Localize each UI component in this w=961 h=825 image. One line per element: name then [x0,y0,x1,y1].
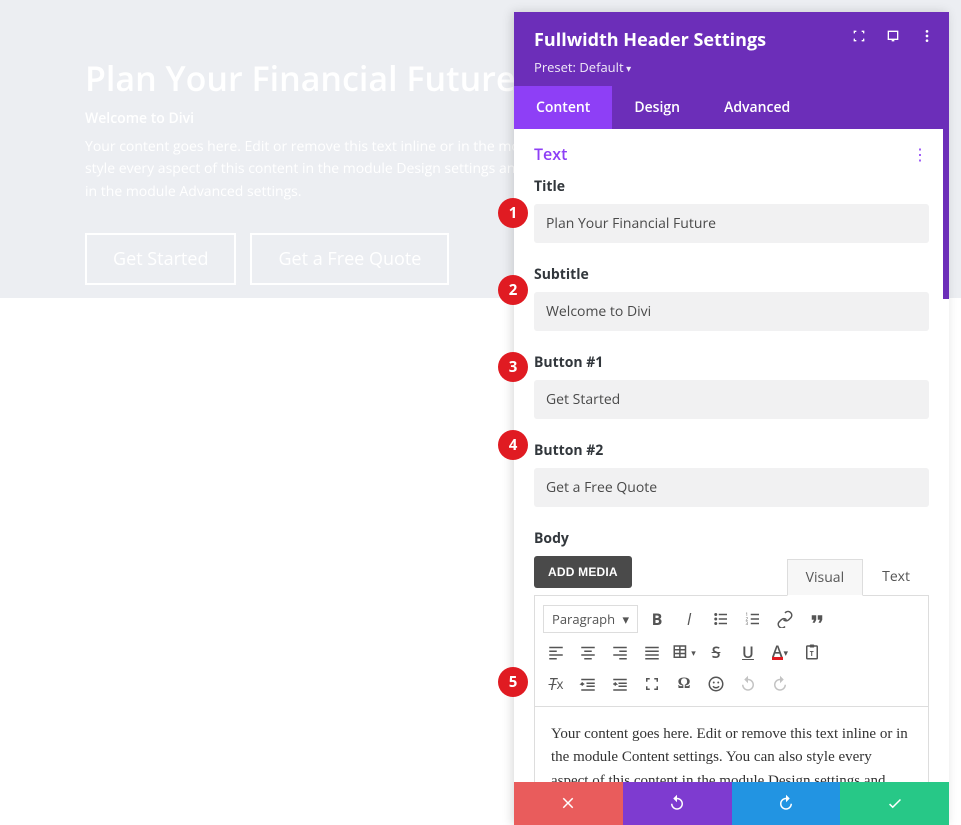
indent-icon[interactable] [607,671,633,697]
strikethrough-icon[interactable]: S [703,639,729,665]
title-label: Title [534,177,929,196]
redo-icon[interactable] [767,671,793,697]
outdent-icon[interactable] [575,671,601,697]
toolbar-row-1: Paragraph▾ B I 123 [543,602,920,636]
field-button2: Button #2 [534,441,929,507]
button1-label: Button #1 [534,353,929,372]
callout-4: 4 [498,430,528,460]
field-button1: Button #1 [534,353,929,419]
callout-2: 2 [498,275,528,305]
unordered-list-icon[interactable] [708,606,734,632]
editor-tab-visual[interactable]: Visual [787,559,863,596]
underline-icon[interactable]: U [735,639,761,665]
align-right-icon[interactable] [607,639,633,665]
callout-3: 3 [498,352,528,382]
tab-design[interactable]: Design [612,86,702,129]
text-color-icon[interactable]: A▾ [767,639,793,665]
clear-format-icon[interactable]: Tx [543,671,569,697]
panel-header-icons [851,28,935,44]
callout-5: 5 [498,667,528,697]
panel-footer [514,782,949,825]
save-button[interactable] [840,782,949,825]
svg-text:T: T [810,649,814,658]
footer-undo-button[interactable] [623,782,732,825]
subtitle-input[interactable] [534,292,929,331]
hero-button-1[interactable]: Get Started [85,233,236,285]
cancel-button[interactable] [514,782,623,825]
paragraph-select[interactable]: Paragraph▾ [543,605,638,633]
callout-1: 1 [498,198,528,228]
toolbar-row-2: ▾ S U A▾ T [543,636,920,668]
responsive-icon[interactable] [885,28,901,44]
panel-body: Text ⋮ Title Subtitle Button #1 Button #… [514,129,949,782]
title-input[interactable] [534,204,929,243]
field-body: Body ADD MEDIA Visual Text Paragraph▾ B … [534,529,929,782]
tab-content[interactable]: Content [514,86,612,129]
align-left-icon[interactable] [543,639,569,665]
settings-panel: Fullwidth Header Settings Preset: Defaul… [514,12,949,825]
footer-redo-button[interactable] [732,782,841,825]
field-title: Title [534,177,929,243]
preset-selector[interactable]: Preset: Default [534,58,929,76]
section-header: Text ⋮ [534,143,929,165]
ordered-list-icon[interactable]: 123 [740,606,766,632]
link-icon[interactable] [772,606,798,632]
body-label: Body [534,529,929,548]
svg-text:3: 3 [746,621,749,627]
fullscreen-icon[interactable] [639,671,665,697]
scroll-indicator[interactable] [943,129,949,299]
editor-toolbar: Paragraph▾ B I 123 ▾ S U A▾ [534,596,929,707]
section-title: Text [534,143,567,165]
emoji-icon[interactable] [703,671,729,697]
quote-icon[interactable] [804,606,830,632]
field-subtitle: Subtitle [534,265,929,331]
paste-text-icon[interactable]: T [799,639,825,665]
editor-tab-text[interactable]: Text [863,558,929,595]
more-icon[interactable] [919,28,935,44]
toolbar-row-3: Tx Ω [543,668,920,700]
settings-tabs: Content Design Advanced [514,86,949,129]
button1-input[interactable] [534,380,929,419]
hero-button-2[interactable]: Get a Free Quote [250,233,449,285]
add-media-button[interactable]: ADD MEDIA [534,556,632,588]
bold-icon[interactable]: B [644,606,670,632]
tab-advanced[interactable]: Advanced [702,86,812,129]
undo-icon[interactable] [735,671,761,697]
button2-input[interactable] [534,468,929,507]
italic-icon[interactable]: I [676,606,702,632]
table-icon[interactable]: ▾ [671,639,697,665]
section-menu-icon[interactable]: ⋮ [912,143,929,165]
align-center-icon[interactable] [575,639,601,665]
subtitle-label: Subtitle [534,265,929,284]
panel-header: Fullwidth Header Settings Preset: Defaul… [514,12,949,86]
expand-icon[interactable] [851,28,867,44]
button2-label: Button #2 [534,441,929,460]
body-editor[interactable]: Your content goes here. Edit or remove t… [534,707,929,782]
special-char-icon[interactable]: Ω [671,671,697,697]
align-justify-icon[interactable] [639,639,665,665]
